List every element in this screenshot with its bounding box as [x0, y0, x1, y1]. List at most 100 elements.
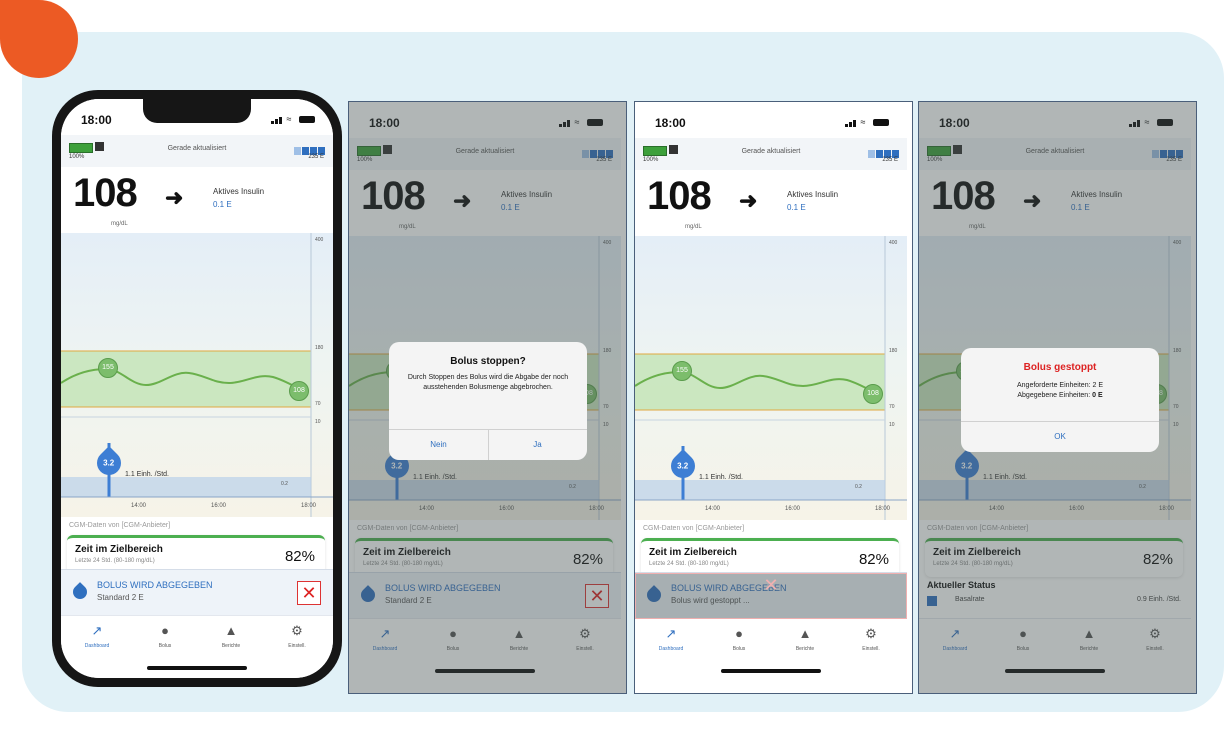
status-time: 18:00: [81, 113, 112, 127]
stop-bolus-button[interactable]: ✕: [585, 584, 609, 608]
glucose-unit: mg/dL: [399, 224, 416, 230]
screen-4: 18:00 ≈ 100% Gerade aktualisiert 235 E 1…: [918, 101, 1197, 694]
y-label-high: 180: [1173, 348, 1182, 354]
active-insulin-label: Aktives Insulin: [787, 190, 839, 199]
tab-dashboard[interactable]: ↗ Dashboard: [641, 627, 701, 653]
tab-label: Einstell.: [288, 643, 306, 649]
basal-value: 0.2: [1139, 484, 1146, 490]
tab-dashboard[interactable]: ↗ Dashboard: [925, 627, 985, 653]
pump-battery-pct: 100%: [69, 154, 85, 160]
tab-label: Berichte: [509, 646, 529, 652]
tab-reports[interactable]: ▲ Berichte: [1059, 627, 1119, 653]
y-label-basal: 10: [1173, 422, 1179, 428]
wifi-icon: ≈: [1144, 117, 1151, 127]
tab-label: Bolus: [1016, 646, 1030, 652]
y-label-low: 70: [315, 401, 321, 407]
reservoir-units: 235 E: [882, 157, 898, 163]
basal-area: [61, 477, 311, 497]
basal-value: 0.2: [855, 484, 862, 490]
drop-icon: ●: [735, 626, 743, 641]
pump-battery-pct: 100%: [927, 157, 943, 163]
y-label-low: 70: [1173, 404, 1179, 410]
chart-icon: ↗: [379, 626, 391, 641]
glucose-unit: mg/dL: [111, 221, 128, 227]
y-label-basal: 10: [889, 422, 895, 428]
tab-dashboard[interactable]: ↗ Dashboard: [355, 626, 415, 653]
basal-value: 0.2: [569, 484, 576, 490]
app-screen: 18:00 ≈ 100% Gerade aktualisiert 235 E 1…: [61, 99, 333, 678]
tab-settings[interactable]: ⚙ Einstell.: [555, 627, 615, 653]
cgm-source: CGM-Daten von [CGM-Anbieter]: [61, 517, 333, 535]
current-badge: 108: [863, 384, 883, 404]
tab-bolus[interactable]: ● Bolus: [135, 624, 195, 650]
glucose-value: 108: [361, 174, 426, 218]
device-status-bar[interactable]: 100% Gerade aktualisiert 235 E: [919, 138, 1191, 171]
reservoir-units: 235 E: [596, 157, 612, 163]
tab-reports[interactable]: ▲ Berichte: [489, 627, 549, 653]
pump-battery-pct: 100%: [357, 157, 373, 163]
glucose-row: 108 mg/dL ➜ Aktives Insulin 0.1 E: [919, 170, 1191, 236]
tab-label: Einstell.: [576, 646, 594, 652]
drop-icon: [70, 582, 90, 602]
tab-reports[interactable]: ▲ Berichte: [201, 623, 261, 650]
basal-rate-label: 1.1 Einh. /Std.: [125, 471, 169, 478]
tab-dashboard[interactable]: ↗ Dashboard: [67, 624, 127, 650]
tab-label: Bolus: [158, 643, 172, 649]
tab-settings[interactable]: ⚙ Einstell.: [1125, 627, 1185, 653]
status-icons: ≈: [845, 117, 889, 127]
dialog-buttons: Nein Ja: [389, 429, 587, 460]
device-status-bar[interactable]: 100% Gerade aktualisiert 235 E: [349, 138, 621, 171]
device-status-bar[interactable]: 100% Gerade aktualisiert 235 E: [61, 135, 333, 168]
stop-bolus-dialog: Bolus stoppen? Durch Stoppen des Bolus w…: [389, 342, 587, 460]
device-status-bar[interactable]: 100% Gerade aktualisiert 235 E: [635, 138, 907, 171]
target-range-band: [61, 351, 311, 407]
tab-bolus[interactable]: ● Bolus: [993, 627, 1053, 653]
wifi-icon: ≈: [860, 117, 867, 127]
basal-area: [349, 480, 599, 500]
tab-label: Bolus: [732, 646, 746, 652]
tab-label: Berichte: [795, 646, 815, 652]
active-insulin-value: 0.1 E: [787, 203, 806, 212]
tab-bolus[interactable]: ● Bolus: [709, 626, 769, 653]
y-label-high: 180: [603, 348, 612, 354]
tab-settings[interactable]: ⚙ Einstell.: [267, 624, 327, 650]
tir-subtitle: Letzte 24 Std. (80-180 mg/dL): [933, 561, 1013, 567]
glucose-graph[interactable]: 400 180 70 10 0.2 155 108 3.2 1.1 Einh. …: [61, 233, 333, 517]
yes-button[interactable]: Ja: [488, 430, 587, 460]
bolus-delivery-bar: BOLUS WIRD ABGEGEBEN Bolus wird gestoppt…: [635, 572, 907, 619]
status-icons: ≈: [559, 117, 603, 127]
basal-icon: [927, 596, 937, 606]
stop-bolus-button[interactable]: ✕: [297, 581, 321, 605]
ok-button[interactable]: OK: [961, 422, 1159, 452]
peak-badge: 155: [98, 358, 118, 378]
cgm-source-text: CGM-Daten von [CGM-Anbieter]: [69, 522, 171, 529]
basal-area: [635, 480, 885, 500]
tir-title: Zeit im Zielbereich: [649, 547, 737, 558]
tab-label: Einstell.: [862, 646, 880, 652]
glucose-row: 108 mg/dL ➜ Aktives Insulin 0.1 E: [61, 167, 333, 233]
bolus-delivery-bar: BOLUS WIRD ABGEGEBEN Standard 2 E ✕: [349, 572, 621, 619]
basal-rate-label: 1.1 Einh. /Std.: [699, 474, 743, 481]
dialog-title: Bolus gestoppt: [1023, 362, 1097, 373]
tab-reports[interactable]: ▲ Berichte: [775, 627, 835, 653]
tir-title: Zeit im Zielbereich: [363, 547, 451, 558]
bolus-status-sub: Standard 2 E: [97, 593, 144, 602]
home-indicator: [435, 669, 535, 673]
cgm-source-text: CGM-Daten von [CGM-Anbieter]: [643, 525, 745, 532]
no-button[interactable]: Nein: [389, 430, 488, 460]
tab-settings[interactable]: ⚙ Einstell.: [841, 627, 901, 653]
tab-bolus[interactable]: ● Bolus: [423, 627, 483, 653]
glucose-graph[interactable]: 400 180 70 10 0.2 155 108 3.2 1.1 Einh. …: [635, 236, 907, 520]
tir-title: Zeit im Zielbereich: [933, 547, 1021, 558]
y-label-top: 400: [603, 240, 612, 246]
active-insulin-label: Aktives Insulin: [213, 187, 265, 196]
bell-icon: ▲: [224, 623, 238, 638]
cgm-source-text: CGM-Daten von [CGM-Anbieter]: [927, 525, 1029, 532]
active-insulin-value: 0.1 E: [213, 200, 232, 209]
x-tick: 14:00: [419, 506, 435, 512]
bolus-stopped-dialog: Bolus gestoppt Angeforderte Einheiten: 2…: [961, 348, 1159, 452]
tir-percent: 82%: [1142, 551, 1173, 568]
dialog-title: Bolus stoppen?: [450, 356, 526, 367]
time-in-range-card[interactable]: Zeit im Zielbereich Letzte 24 Std. (80-1…: [925, 538, 1183, 577]
basal-rate-label: Basalrate: [955, 596, 985, 603]
